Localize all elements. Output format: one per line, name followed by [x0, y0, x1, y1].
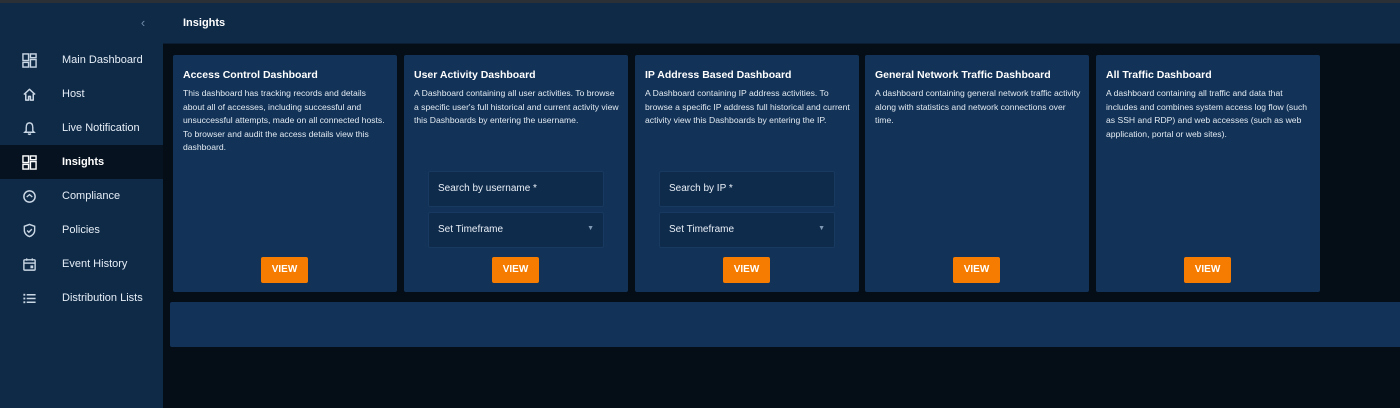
sidebar-item-event-history[interactable]: Event History	[0, 247, 163, 281]
view-button[interactable]: VIEW	[953, 257, 1000, 283]
sidebar-item-label: Policies	[62, 224, 100, 236]
sidebar-item-label: Compliance	[62, 190, 121, 202]
sidebar-item-label: Main Dashboard	[62, 54, 143, 66]
timeframe-select[interactable]: Set Timeframe ▼	[428, 212, 604, 248]
page-title: Insights	[183, 17, 226, 29]
results-panel	[170, 302, 1400, 347]
sidebar-item-main-dashboard[interactable]: Main Dashboard	[0, 43, 163, 77]
card-title: IP Address Based Dashboard	[645, 69, 792, 81]
card-description: A Dashboard containing all user activiti…	[414, 88, 619, 125]
timeframe-label: Set Timeframe	[438, 224, 504, 235]
timeframe-select[interactable]: Set Timeframe ▼	[659, 212, 835, 248]
calendar-icon	[22, 257, 37, 272]
compliance-icon	[22, 189, 37, 204]
card-access-control: Access Control Dashboard This dashboard …	[173, 55, 397, 292]
sidebar-item-label: Distribution Lists	[62, 292, 143, 304]
chevron-down-icon: ▼	[587, 225, 594, 232]
card-title: Access Control Dashboard	[183, 69, 318, 81]
card-description: A Dashboard containing IP address activi…	[645, 88, 850, 125]
sidebar-item-label: Event History	[62, 258, 128, 270]
home-icon	[22, 87, 37, 102]
sidebar-item-insights[interactable]: Insights	[0, 145, 163, 179]
card-title: User Activity Dashboard	[414, 69, 536, 81]
sidebar-item-label: Live Notification	[62, 122, 140, 134]
collapse-sidebar-icon[interactable]: ‹	[136, 16, 150, 30]
card-description: A dashboard containing general network t…	[875, 88, 1081, 125]
page-header: Insights	[163, 3, 1400, 44]
chevron-down-icon: ▼	[818, 225, 825, 232]
sidebar-nav: Main Dashboard Host Live Notification In…	[0, 43, 163, 315]
ip-search-label: Search by IP *	[669, 183, 733, 194]
card-title: General Network Traffic Dashboard	[875, 69, 1051, 81]
card-ip-address: IP Address Based Dashboard A Dashboard c…	[635, 55, 859, 292]
card-all-traffic: All Traffic Dashboard A dashboard contai…	[1096, 55, 1320, 292]
list-icon	[22, 291, 37, 306]
bell-icon	[22, 121, 37, 136]
card-general-network-traffic: General Network Traffic Dashboard A dash…	[865, 55, 1089, 292]
sidebar-item-distribution-lists[interactable]: Distribution Lists	[0, 281, 163, 315]
insights-icon	[22, 155, 37, 170]
view-button[interactable]: VIEW	[492, 257, 539, 283]
username-search-input[interactable]: Search by username *	[428, 171, 604, 207]
username-search-label: Search by username *	[438, 183, 537, 194]
sidebar: ‹ Main Dashboard Host Live Notification …	[0, 3, 163, 408]
shield-icon	[22, 223, 37, 238]
sidebar-item-compliance[interactable]: Compliance	[0, 179, 163, 213]
sidebar-item-policies[interactable]: Policies	[0, 213, 163, 247]
sidebar-item-live-notification[interactable]: Live Notification	[0, 111, 163, 145]
ip-search-input[interactable]: Search by IP *	[659, 171, 835, 207]
view-button[interactable]: VIEW	[1184, 257, 1231, 283]
view-button[interactable]: VIEW	[723, 257, 770, 283]
sidebar-item-label: Insights	[62, 156, 105, 168]
view-button[interactable]: VIEW	[261, 257, 308, 283]
card-title: All Traffic Dashboard	[1106, 69, 1212, 81]
sidebar-item-label: Host	[62, 88, 85, 100]
card-user-activity: User Activity Dashboard A Dashboard cont…	[404, 55, 628, 292]
card-description: This dashboard has tracking records and …	[183, 88, 385, 152]
card-description: A dashboard containing all traffic and d…	[1106, 88, 1308, 139]
timeframe-label: Set Timeframe	[669, 224, 735, 235]
dashboard-icon	[22, 53, 37, 68]
sidebar-item-host[interactable]: Host	[0, 77, 163, 111]
